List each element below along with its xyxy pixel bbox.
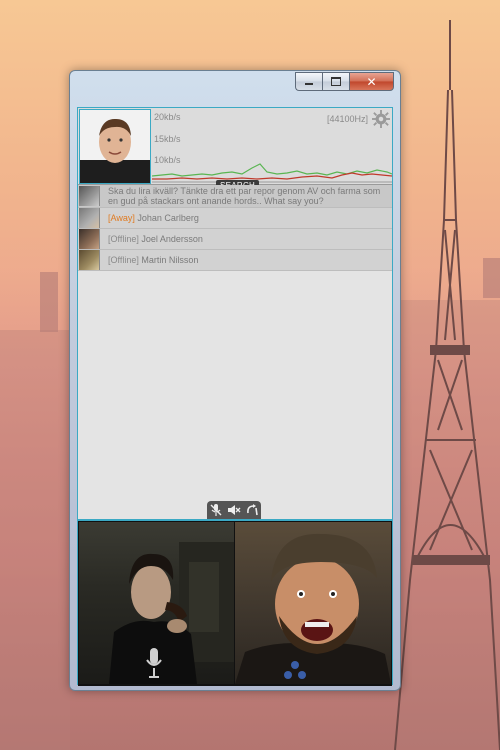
video-feed-remote-2[interactable] <box>235 522 391 684</box>
caption-buttons: ✕ <box>295 72 394 91</box>
app-window: ✕ 20kb/s 15kb/s 10kb/s [44100Hz] Ska du … <box>69 70 401 691</box>
contact-name: Johan Carlberg <box>137 213 199 223</box>
contact-avatar <box>79 186 100 206</box>
video-feed-remote-1[interactable] <box>79 522 234 684</box>
contact-row[interactable]: [Away] Johan Carlberg <box>78 208 392 229</box>
bandwidth-graph: 20kb/s 15kb/s 10kb/s [44100Hz] <box>152 108 392 184</box>
contact-status: [Offline] <box>108 255 139 265</box>
maximize-icon <box>331 77 341 86</box>
contact-avatar <box>79 250 100 270</box>
contact-avatar <box>79 229 100 249</box>
contact-row[interactable]: Ska du lira ikväll? Tänkte dra ett par r… <box>78 185 392 208</box>
contact-row[interactable]: [Offline] Joel Andersson <box>78 229 392 250</box>
sample-rate-label: [44100Hz] <box>326 114 368 124</box>
contact-status: [Away] <box>108 213 135 223</box>
graph-label-20: 20kb/s <box>154 112 181 122</box>
contact-name: Martin Nilsson <box>141 255 199 265</box>
gear-icon[interactable] <box>372 110 390 128</box>
speaker-muted-icon[interactable] <box>227 503 241 517</box>
contact-avatar <box>79 208 100 228</box>
graph-label-15: 15kb/s <box>154 134 181 144</box>
user-avatar[interactable] <box>79 109 151 184</box>
contact-message: Ska du lira ikväll? Tänkte dra ett par r… <box>108 186 381 206</box>
eiffel-tower-image <box>394 20 500 750</box>
minimize-icon <box>305 82 313 85</box>
contact-status: [Offline] <box>108 234 139 244</box>
close-button[interactable]: ✕ <box>349 72 394 91</box>
call-controls <box>207 501 261 519</box>
contact-row[interactable]: [Offline] Martin Nilsson <box>78 250 392 271</box>
video-image-2 <box>235 533 391 684</box>
background-building <box>40 272 58 332</box>
client-area: 20kb/s 15kb/s 10kb/s [44100Hz] Ska du li… <box>77 107 393 686</box>
contact-list: Ska du lira ikväll? Tänkte dra ett par r… <box>78 185 392 271</box>
minimize-button[interactable] <box>295 72 322 91</box>
avatar-image <box>80 110 150 183</box>
mic-indicator-icon <box>146 648 162 678</box>
video-pane <box>78 519 392 686</box>
background-building <box>0 330 70 750</box>
bandwidth-plot <box>152 163 392 183</box>
hangup-icon[interactable] <box>245 503 259 517</box>
contact-name: Joel Andersson <box>141 234 203 244</box>
mic-muted-icon[interactable] <box>209 503 223 517</box>
maximize-button[interactable] <box>322 72 349 91</box>
close-icon: ✕ <box>366 74 377 89</box>
group-indicator-icon <box>284 661 306 679</box>
profile-header: 20kb/s 15kb/s 10kb/s [44100Hz] <box>78 108 392 191</box>
